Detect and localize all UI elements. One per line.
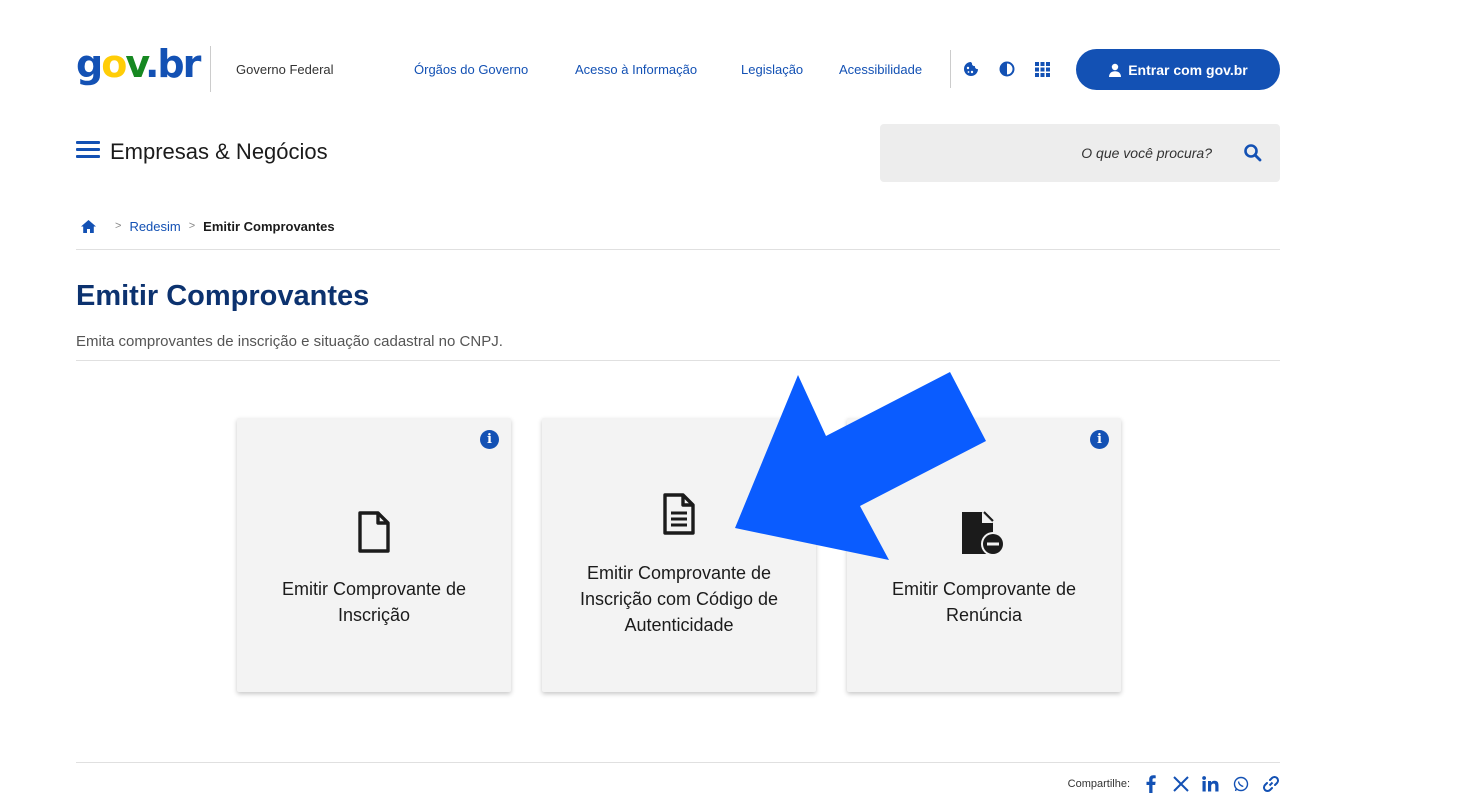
file-text-icon [663,493,695,535]
link-icon[interactable] [1262,775,1280,793]
link-legislacao[interactable]: Legislação [741,62,803,77]
info-icon[interactable]: i [785,430,804,449]
card-label-line: Emitir Comprovante de [281,579,467,599]
org-label: Governo Federal [236,62,334,77]
card-label-line: Inscrição [337,605,411,625]
search-icon[interactable] [1243,143,1263,163]
x-icon[interactable] [1172,775,1190,793]
menu-icon[interactable] [76,141,100,165]
logo-letter-v: v [125,42,147,86]
info-icon[interactable]: i [480,430,499,449]
login-button[interactable]: Entrar com gov.br [1076,49,1280,90]
page-title: Emitir Comprovantes [76,280,370,312]
card-label-line: Renúncia [945,605,1023,625]
card-comprovante-codigo-autenticidade[interactable]: i Emitir Comprovante de Inscrição com Có… [542,418,816,692]
card-label-line: Autenticidade [624,615,734,635]
apps-grid-icon[interactable] [1033,60,1051,78]
login-button-label: Entrar com gov.br [1128,61,1248,78]
links-divider [950,50,951,88]
breadcrumb-item-current: Emitir Comprovantes [203,218,335,234]
user-icon [1109,63,1122,77]
logo-dot: . [144,42,160,86]
card-label: Emitir Comprovante de Renúncia [857,576,1111,628]
govbr-logo[interactable]: gov.br [76,42,201,86]
logo-letter-g: g [76,42,103,86]
cookie-icon[interactable] [962,60,980,78]
header-divider [210,46,211,92]
home-icon[interactable] [80,219,97,234]
divider [76,360,1280,361]
card-label-line: Emitir Comprovante de [891,579,1077,599]
whatsapp-icon[interactable] [1232,775,1250,793]
card-comprovante-renuncia[interactable]: i Emitir Comprovante de Renúncia [847,418,1121,692]
linkedin-icon[interactable] [1202,775,1220,793]
card-label: Emitir Comprovante de Inscrição com Códi… [552,560,806,638]
search-input[interactable] [900,124,1220,182]
logo-letter-o: o [101,42,127,86]
facebook-icon[interactable] [1142,775,1160,793]
link-acesso-a-informacao[interactable]: Acesso à Informação [575,62,697,77]
breadcrumb-separator-icon: > [188,220,196,232]
card-comprovante-inscricao[interactable]: i Emitir Comprovante de Inscrição [237,418,511,692]
breadcrumb-item-redesim[interactable]: Redesim [129,219,180,234]
card-label-line: Inscrição com Código de [579,589,779,609]
search-box [880,124,1280,182]
link-acessibilidade[interactable]: Acessibilidade [839,62,922,77]
share-label: Compartilhe: [1067,778,1130,790]
card-label-line: Emitir Comprovante de [586,563,772,583]
divider [76,762,1280,763]
divider [76,249,1280,250]
site-name: Empresas & Negócios [110,139,328,164]
logo-br: br [157,42,201,86]
contrast-icon[interactable] [998,60,1016,78]
file-icon [358,511,390,553]
page-description: Emita comprovantes de inscrição e situaç… [76,333,503,350]
file-minus-icon [962,511,1005,556]
info-icon[interactable]: i [1090,430,1109,449]
share-bar: Compartilhe: [1068,775,1280,793]
card-label: Emitir Comprovante de Inscrição [247,576,501,628]
link-orgaos-do-governo[interactable]: Órgãos do Governo [414,62,528,77]
breadcrumb-separator-icon: > [115,220,122,232]
breadcrumb: > Redesim > Emitir Comprovantes [80,216,335,236]
